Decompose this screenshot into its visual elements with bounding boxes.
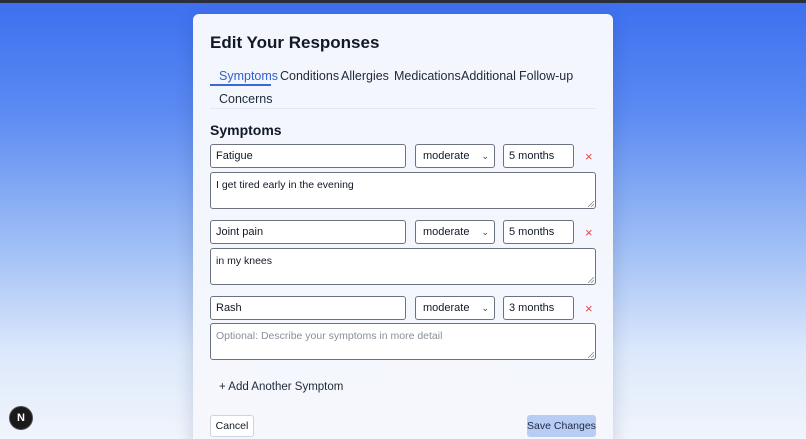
top-border xyxy=(0,0,806,3)
symptom-details-textarea[interactable]: I get tired early in the evening xyxy=(210,172,596,209)
tab-medications[interactable]: Medications xyxy=(394,66,461,88)
page-title: Edit Your Responses xyxy=(210,33,380,52)
severity-select[interactable]: moderate ⌄ xyxy=(415,296,495,320)
chevron-down-icon: ⌄ xyxy=(481,303,489,313)
edit-responses-card: Edit Your Responses Symptoms Conditions … xyxy=(193,14,613,439)
add-symptom-button[interactable]: + Add Another Symptom xyxy=(219,381,343,393)
tab-allergies[interactable]: Allergies xyxy=(341,66,389,88)
nextjs-logo-icon[interactable]: N xyxy=(10,407,32,429)
save-changes-button[interactable]: Save Changes xyxy=(527,415,596,437)
severity-select[interactable]: moderate ⌄ xyxy=(415,220,495,244)
severity-value: moderate xyxy=(423,226,470,238)
tabs-divider xyxy=(210,108,596,109)
duration-input[interactable]: 5 months xyxy=(503,144,574,168)
symptom-name-input[interactable]: Fatigue xyxy=(210,144,406,168)
active-tab-indicator xyxy=(210,84,271,86)
symptom-name-input[interactable]: Rash xyxy=(210,296,406,320)
remove-symptom-button[interactable]: × xyxy=(585,226,593,240)
tab-follow-up[interactable]: Follow-up xyxy=(519,66,573,88)
section-title: Symptoms xyxy=(210,122,282,138)
remove-symptom-button[interactable]: × xyxy=(585,302,593,316)
cancel-button[interactable]: Cancel xyxy=(210,415,254,437)
symptom-name-input[interactable]: Joint pain xyxy=(210,220,406,244)
resize-handle-icon[interactable] xyxy=(588,201,594,207)
severity-value: moderate xyxy=(423,150,470,162)
tab-additional[interactable]: Additional xyxy=(461,66,516,88)
severity-value: moderate xyxy=(423,302,470,314)
details-text: I get tired early in the evening xyxy=(216,179,354,191)
details-placeholder: Optional: Describe your symptoms in more… xyxy=(216,330,443,342)
resize-handle-icon[interactable] xyxy=(588,352,594,358)
duration-input[interactable]: 3 months xyxy=(503,296,574,320)
symptom-details-textarea[interactable]: Optional: Describe your symptoms in more… xyxy=(210,323,596,360)
duration-input[interactable]: 5 months xyxy=(503,220,574,244)
resize-handle-icon[interactable] xyxy=(588,277,594,283)
tab-conditions[interactable]: Conditions xyxy=(280,66,339,88)
chevron-down-icon: ⌄ xyxy=(481,151,489,161)
remove-symptom-button[interactable]: × xyxy=(585,150,593,164)
symptom-details-textarea[interactable]: in my knees xyxy=(210,248,596,285)
chevron-down-icon: ⌄ xyxy=(481,227,489,237)
details-text: in my knees xyxy=(216,255,273,267)
severity-select[interactable]: moderate ⌄ xyxy=(415,144,495,168)
